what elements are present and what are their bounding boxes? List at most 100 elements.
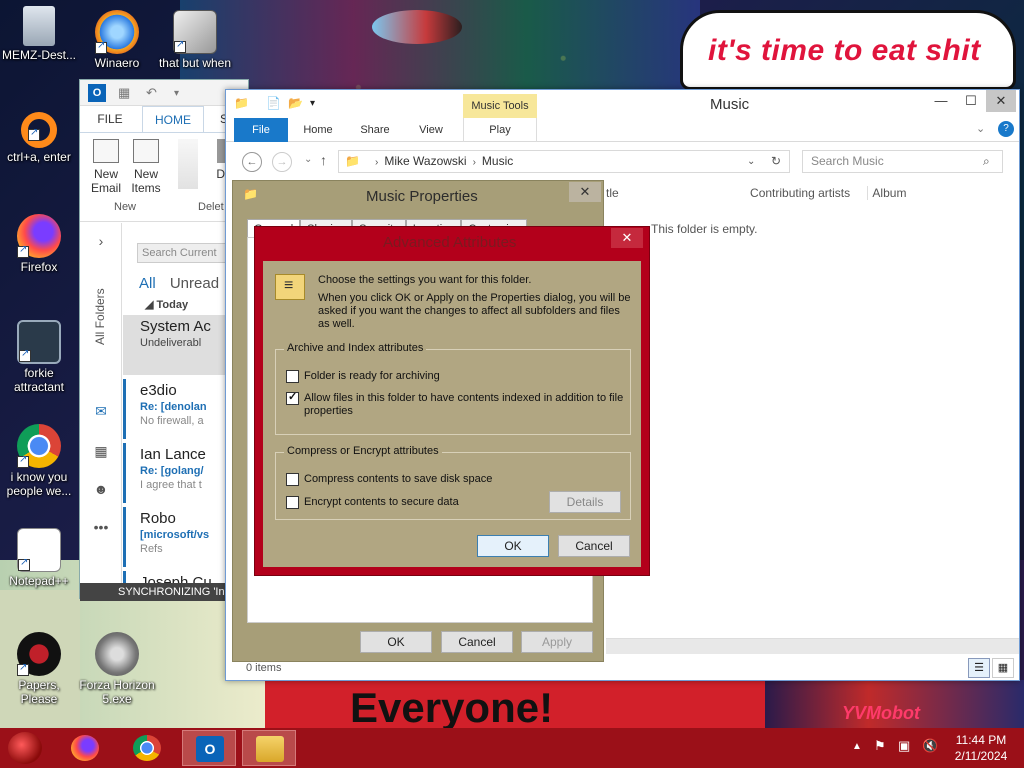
taskbar: O ▲ ⚑ ▣ 🔇 11:44 PM 2/11/2024: [0, 728, 1024, 768]
send-receive-icon[interactable]: ▦: [118, 85, 130, 101]
breadcrumb-segment[interactable]: Music: [482, 154, 513, 168]
taskbar-chrome[interactable]: [120, 730, 174, 766]
forward-arrow-icon[interactable]: →: [272, 152, 292, 172]
address-bar[interactable]: 📁 › Mike Wazowski › Music ⌄ ↻: [338, 150, 790, 173]
properties-ok-button[interactable]: OK: [360, 631, 432, 653]
details-button[interactable]: Details: [549, 491, 621, 513]
explorer-titlebar[interactable]: 📁 📄 📂 ▾ Music Tools Music — ☐ ✕: [226, 90, 1019, 118]
horizontal-scrollbar[interactable]: [606, 638, 1019, 654]
maximize-button[interactable]: ☐: [956, 90, 986, 112]
filter-all[interactable]: All: [139, 275, 156, 292]
tab-view[interactable]: View: [408, 118, 454, 142]
qat-dropdown-icon[interactable]: ▾: [310, 98, 315, 109]
desktop-icon-winaero[interactable]: Winaero: [78, 10, 156, 70]
desktop-icon-notepad-plus-plus[interactable]: Notepad++: [0, 528, 78, 588]
taskbar-clock[interactable]: 11:44 PM 2/11/2024: [946, 732, 1016, 764]
desktop-icon-firefox[interactable]: Firefox: [0, 214, 78, 274]
properties-cancel-button[interactable]: Cancel: [441, 631, 513, 653]
wallpaper-speech-text: it's time to eat shit: [708, 34, 981, 67]
notepad-plus-plus-icon: [17, 528, 61, 572]
outlook-ribbon-tabs: FILE HOME S: [80, 106, 248, 132]
cleanup-icon: [178, 139, 198, 189]
advanced-close-button[interactable]: ✕: [611, 228, 643, 248]
properties-apply-button[interactable]: Apply: [521, 631, 593, 653]
encrypt-checkbox[interactable]: [286, 496, 299, 509]
outlook-status-bar: SYNCHRONIZING 'In: [80, 583, 248, 601]
firefox-icon: [71, 735, 99, 761]
calendar-nav-icon[interactable]: ▦: [92, 443, 110, 459]
taskbar-file-explorer[interactable]: [242, 730, 296, 766]
all-folders-label[interactable]: All Folders: [93, 288, 107, 345]
minimize-button[interactable]: —: [926, 90, 956, 112]
recent-locations-icon[interactable]: ⌄: [304, 154, 312, 165]
properties-close-button[interactable]: ✕: [569, 182, 601, 202]
index-checkbox[interactable]: [286, 391, 299, 405]
refresh-icon[interactable]: ↻: [771, 151, 781, 172]
new-items-button[interactable]: New Items: [126, 139, 166, 195]
explorer-search-input[interactable]: Search Music ⌕: [802, 150, 1003, 173]
large-icons-view-icon[interactable]: ▦: [992, 658, 1014, 678]
show-hidden-icons-icon[interactable]: ▲: [852, 741, 862, 752]
undo-icon[interactable]: ↶: [146, 85, 157, 101]
desktop-icon-ctrl-a-enter[interactable]: ctrl+a, enter: [0, 112, 78, 164]
ribbon-expand-icon[interactable]: ⌄: [976, 122, 985, 135]
tab-play[interactable]: Play: [463, 118, 537, 142]
close-button[interactable]: ✕: [986, 90, 1016, 112]
properties-qat-icon[interactable]: 📄: [266, 96, 281, 110]
ignore-cleanup-button[interactable]: [176, 139, 200, 193]
help-icon[interactable]: ?: [998, 121, 1014, 137]
desktop-icon-memz[interactable]: MEMZ-Dest...: [0, 6, 78, 62]
papers-please-icon: [17, 632, 61, 676]
outlook-tab-file[interactable]: FILE: [80, 106, 140, 132]
new-folder-qat-icon[interactable]: 📂: [288, 96, 303, 110]
archive-checkbox[interactable]: [286, 370, 299, 383]
outlook-tab-home[interactable]: HOME: [142, 106, 204, 132]
outlook-window[interactable]: O ▦ ↶ ▾ FILE HOME S New Email New Items …: [79, 79, 249, 601]
network-icon[interactable]: ▣: [898, 738, 910, 754]
desktop-icon-papers-please[interactable]: Papers, Please: [0, 632, 78, 706]
advanced-attributes-dialog[interactable]: Advanced Attributes ✕ Choose the setting…: [254, 226, 650, 576]
breadcrumb-segment[interactable]: Mike Wazowski: [384, 154, 466, 168]
tab-home[interactable]: Home: [294, 118, 342, 142]
column-album[interactable]: Album: [867, 186, 907, 200]
new-email-button[interactable]: New Email: [86, 139, 126, 195]
people-nav-icon[interactable]: ☻: [92, 481, 110, 497]
mail-nav-icon[interactable]: ✉: [92, 403, 110, 419]
advanced-intro: Choose the settings you want for this fo…: [318, 274, 532, 286]
volume-muted-icon[interactable]: 🔇: [922, 738, 938, 754]
column-title[interactable]: tle: [606, 186, 619, 200]
tab-file[interactable]: File: [234, 118, 288, 142]
desktop-icon-that-but-when[interactable]: that but when: [156, 10, 234, 70]
qat-dropdown-icon[interactable]: ▾: [174, 88, 179, 99]
details-view-icon[interactable]: ☰: [968, 658, 990, 678]
tab-share[interactable]: Share: [350, 118, 400, 142]
filter-unread[interactable]: Unread: [170, 275, 219, 292]
archive-index-group-label: Archive and Index attributes: [284, 342, 427, 354]
advanced-titlebar[interactable]: Advanced Attributes ✕: [255, 227, 649, 255]
archive-index-group: Archive and Index attributes Folder is r…: [275, 342, 631, 435]
action-center-flag-icon[interactable]: ⚑: [874, 738, 886, 754]
start-button[interactable]: [8, 732, 42, 764]
desktop-icon-forkie[interactable]: forkie attractant: [0, 320, 78, 394]
address-dropdown-icon[interactable]: ⌄: [747, 151, 755, 172]
up-arrow-icon[interactable]: ↑: [320, 152, 327, 168]
advanced-cancel-button[interactable]: Cancel: [558, 535, 630, 557]
back-arrow-icon[interactable]: ←: [242, 152, 262, 172]
desktop-icon-i-know-you[interactable]: i know you people we...: [0, 424, 78, 498]
wallpaper-fish: [372, 10, 462, 44]
taskbar-outlook[interactable]: O: [182, 730, 236, 766]
music-tools-context-tab: Music Tools: [463, 94, 537, 118]
file-explorer-icon: [256, 736, 284, 762]
column-contributing-artists[interactable]: Contributing artists: [750, 186, 850, 200]
taskbar-firefox[interactable]: [58, 730, 112, 766]
advanced-ok-button[interactable]: OK: [477, 535, 549, 557]
compress-encrypt-group-label: Compress or Encrypt attributes: [284, 445, 442, 457]
desktop-icon-forza-horizon[interactable]: Forza Horizon 5.exe: [78, 632, 156, 706]
properties-titlebar[interactable]: 📁 Music Properties ✕: [233, 181, 603, 211]
folder-icon: 📁: [234, 96, 249, 110]
outlook-titlebar[interactable]: O ▦ ↶ ▾: [80, 80, 248, 106]
compress-checkbox[interactable]: [286, 473, 299, 486]
expand-folder-pane-icon[interactable]: ›: [92, 233, 110, 249]
more-nav-icon[interactable]: •••: [92, 519, 110, 535]
outlook-icon: O: [196, 736, 224, 762]
